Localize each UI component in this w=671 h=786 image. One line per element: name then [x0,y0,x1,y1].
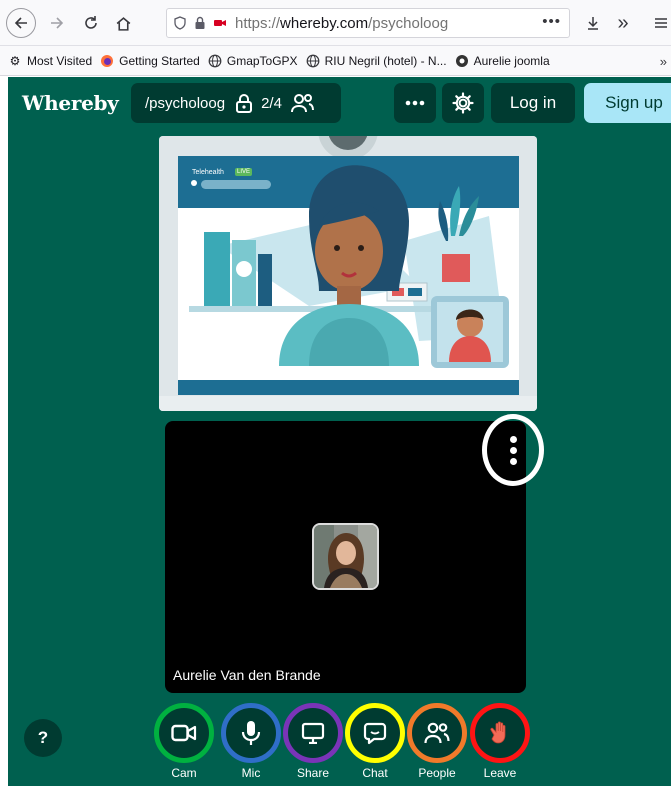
bookmark-label: GmapToGPX [226,53,298,68]
bookmark-riu-negril[interactable]: RIU Negril (hotel) - N... [306,54,447,68]
login-button[interactable]: Log in [491,83,575,123]
tile-options-button[interactable] [482,414,544,486]
people-label: People [418,766,456,780]
leave-label: Leave [483,766,517,780]
dot [509,435,517,443]
bookmarks-bar: ⚙ Most Visited Getting Started GmapToGPX… [0,46,671,76]
settings-gear-icon [452,92,474,114]
mic-icon [241,721,261,745]
double-chevron-icon: » [617,11,629,34]
globe-icon [208,54,222,68]
back-button[interactable] [6,8,36,38]
camera-permission-icon[interactable] [213,16,227,30]
bookmark-gmaptogpx[interactable]: GmapToGPX [208,54,298,68]
gear-icon: ⚙ [9,53,21,68]
bookmark-label: Getting Started [119,53,200,68]
url-text[interactable]: https://whereby.com/psycholoog [235,15,448,32]
share-ring [283,703,343,763]
cam-ring [154,703,214,763]
dot [509,457,517,465]
arrow-left-icon [14,17,27,29]
page-actions-menu[interactable]: ••• [542,13,561,30]
avatar [312,523,379,590]
bookmark-most-visited[interactable]: ⚙ Most Visited [8,53,93,68]
bookmark-aurelie-joomla[interactable]: Aurelie joomla [455,54,550,68]
globe-icon [306,54,320,68]
tracking-shield-icon[interactable] [173,16,187,30]
screen-share-icon [301,722,325,744]
cam-label: Cam [171,766,197,780]
whereby-logo[interactable]: Whereby [22,91,119,115]
chat-label: Chat [362,766,388,780]
people-ring [407,703,467,763]
wave-hand-icon [490,721,506,744]
cam-button[interactable]: Cam [154,703,214,786]
reload-icon [85,16,97,29]
participant-photo [314,525,377,588]
firefox-icon [100,54,114,68]
downloads-button[interactable] [580,10,606,36]
dot [509,446,517,454]
lock-icon[interactable] [193,16,207,30]
camera-icon [171,724,197,742]
chat-icon [363,722,387,745]
chat-button[interactable]: Chat [345,703,405,786]
people-icon [290,93,314,113]
share-button[interactable]: Share [283,703,343,786]
menu-button[interactable] [648,10,671,36]
whereby-room: Whereby /psycholoog 2/4 Log in Sign up T… [8,77,671,786]
video-tile-placeholder: Telehealth LIVE [159,136,537,411]
bookmarks-overflow[interactable]: » [660,54,667,69]
room-name: /psycholoog [145,94,226,112]
more-horizontal-icon [405,100,425,106]
bookmark-label: RIU Negril (hotel) - N... [324,53,447,68]
browser-toolbar: https://whereby.com/psycholoog ••• » [0,0,671,46]
download-icon [588,17,598,30]
signup-button[interactable]: Sign up [584,83,671,123]
leave-button[interactable]: Leave [470,703,530,786]
share-label: Share [296,766,330,780]
help-button[interactable]: ? [24,719,62,757]
bookmark-getting-started[interactable]: Getting Started [100,54,200,68]
mic-ring [221,703,281,763]
home-icon [116,16,130,31]
participant-name: Aurelie Van den Brande [173,667,321,683]
leave-ring [470,703,530,763]
settings-button[interactable] [442,83,484,123]
reload-button[interactable] [78,10,104,36]
participant-tile[interactable]: Aurelie Van den Brande [165,421,526,693]
bookmark-label: Aurelie joomla [473,53,550,68]
telehealth-badge: Telehealth [192,169,224,176]
mic-label: Mic [241,766,261,780]
arrow-right-icon [51,17,64,29]
chat-ring [345,703,405,763]
more-options-button[interactable] [394,83,436,123]
participant-count: 2/4 [261,94,282,112]
hamburger-icon [655,18,667,28]
lock-icon [235,93,253,113]
mic-button[interactable]: Mic [221,703,281,786]
url-bar[interactable]: https://whereby.com/psycholoog ••• [166,8,570,38]
live-badge: LIVE [235,168,253,176]
overflow-button[interactable]: » [610,10,636,36]
home-button[interactable] [110,10,136,36]
telehealth-illustration [159,136,537,411]
people-button[interactable]: People [407,703,467,786]
people-icon [424,722,450,744]
room-info[interactable]: /psycholoog 2/4 [131,83,341,123]
bookmark-label: Most Visited [27,53,93,68]
forward-button[interactable] [44,10,70,36]
joomla-icon [455,54,469,68]
